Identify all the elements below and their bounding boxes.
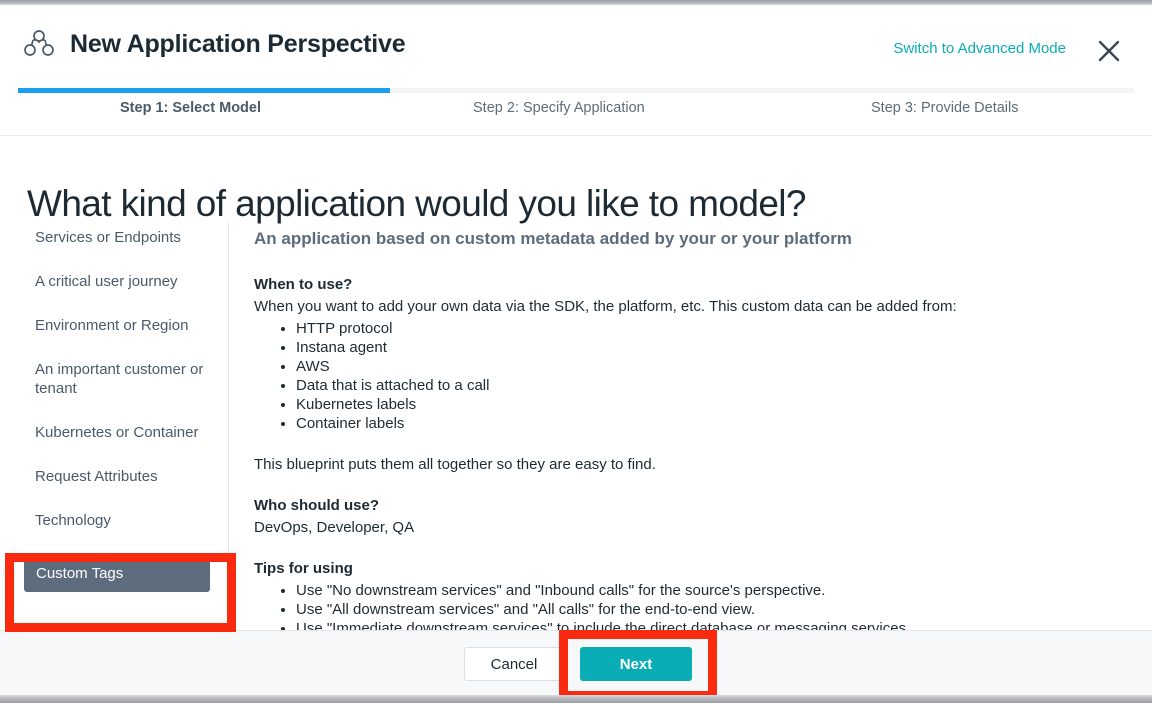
step-2-specify-application[interactable]: Step 2: Specify Application: [473, 100, 645, 116]
step-1-select-model[interactable]: Step 1: Select Model: [120, 100, 261, 116]
who-should-use-section: Who should use? DevOps, Developer, QA: [254, 497, 1124, 538]
detail-lead-text: An application based on custom metadata …: [254, 229, 852, 248]
cancel-button[interactable]: Cancel: [464, 647, 564, 681]
list-item: Use "All downstream services" and "All c…: [296, 600, 1124, 619]
new-application-perspective-dialog: New Application Perspective Switch to Ad…: [0, 0, 1152, 703]
menu-content-divider: [228, 222, 229, 614]
list-item: Use "No downstream services" and "Inboun…: [296, 581, 1124, 600]
dialog-header: New Application Perspective Switch to Ad…: [0, 5, 1152, 86]
who-should-use-title: Who should use?: [254, 497, 379, 514]
list-item: Data that is attached to a call: [296, 376, 1124, 395]
window-chrome-bottom: [0, 695, 1152, 703]
when-to-use-title: When to use?: [254, 276, 353, 293]
menu-item-kubernetes-or-container[interactable]: Kubernetes or Container: [35, 423, 215, 442]
when-to-use-section: When to use? When you want to add your o…: [254, 276, 1124, 475]
header-divider: [0, 135, 1152, 136]
when-to-use-bullet-list: HTTP protocol Instana agent AWS Data tha…: [254, 319, 1124, 433]
list-item: Container labels: [296, 414, 1124, 433]
page-title: New Application Perspective: [70, 29, 406, 58]
wizard-progress-fill: [18, 88, 390, 93]
menu-item-important-customer-or-tenant[interactable]: An important customer or tenant: [35, 360, 215, 398]
menu-item-services-or-endpoints[interactable]: Services or Endpoints: [35, 228, 215, 247]
tips-for-using-section: Tips for using Use "No downstream servic…: [254, 560, 1124, 638]
menu-item-request-attributes[interactable]: Request Attributes: [35, 467, 215, 486]
list-item: Kubernetes labels: [296, 395, 1124, 414]
dialog-footer: Cancel Next: [0, 630, 1152, 696]
list-item: Instana agent: [296, 338, 1124, 357]
next-button[interactable]: Next: [580, 647, 692, 681]
menu-item-environment-or-region[interactable]: Environment or Region: [35, 316, 215, 335]
header-title-group: New Application Perspective: [22, 27, 406, 61]
page-heading: What kind of application would you like …: [27, 182, 807, 224]
who-should-use-text: DevOps, Developer, QA: [254, 519, 415, 536]
switch-to-advanced-mode-link[interactable]: Switch to Advanced Mode: [893, 40, 1066, 57]
dialog-body: Services or Endpoints A critical user jo…: [0, 222, 1152, 637]
model-type-menu: Services or Endpoints A critical user jo…: [24, 228, 230, 592]
step-3-provide-details[interactable]: Step 3: Provide Details: [871, 100, 1019, 116]
close-icon[interactable]: [1096, 38, 1122, 64]
wizard-progress-track: [18, 88, 1134, 93]
menu-item-critical-user-journey[interactable]: A critical user journey: [35, 272, 215, 291]
list-item: HTTP protocol: [296, 319, 1124, 338]
tips-for-using-title: Tips for using: [254, 560, 353, 577]
menu-item-technology[interactable]: Technology: [35, 511, 215, 530]
wizard-steps: Step 1: Select Model Step 2: Specify App…: [18, 100, 1134, 130]
model-type-detail-panel: An application based on custom metadata …: [254, 228, 1124, 638]
topology-group-icon: [22, 27, 56, 61]
menu-item-custom-tags[interactable]: Custom Tags: [24, 555, 210, 592]
list-item: AWS: [296, 357, 1124, 376]
when-to-use-intro: When you want to add your own data via t…: [254, 298, 957, 315]
when-to-use-outro: This blueprint puts them all together so…: [254, 456, 656, 473]
